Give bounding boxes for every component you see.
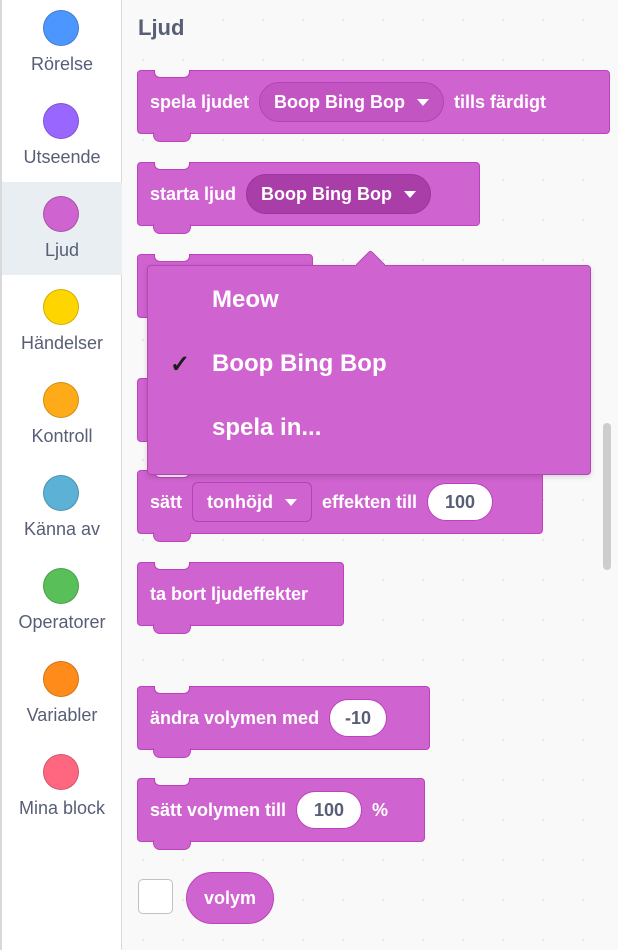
menu-item-boop-bing-bop[interactable]: ✓ Boop Bing Bop (148, 332, 590, 396)
sensing-color-icon (43, 475, 79, 511)
caret-down-icon (285, 498, 297, 506)
sound-color-icon (43, 196, 79, 232)
section-title: Ljud (138, 15, 185, 40)
sound-dropdown-value: Boop Bing Bop (274, 91, 405, 112)
sound-dropdown[interactable]: Boop Bing Bop (259, 82, 444, 122)
menu-item-label: Boop Bing Bop (212, 350, 387, 377)
palette-scrollbar[interactable] (603, 423, 611, 570)
category-events[interactable]: Händelser (2, 279, 122, 372)
checkmark-icon: ✓ (170, 351, 191, 378)
block-bottom-tab (153, 748, 191, 758)
clear-sound-effects-block[interactable]: ta bort ljudeffekter (137, 562, 344, 634)
menu-item-label: spela in... (212, 414, 322, 441)
set-effect-block[interactable]: sätt tonhöjd effekten till 100 (137, 470, 543, 542)
effect-dropdown[interactable]: tonhöjd (192, 482, 312, 522)
events-color-icon (43, 289, 79, 325)
category-label: Operatorer (18, 612, 106, 632)
block-bottom-tab (153, 132, 191, 142)
category-motion[interactable]: Rörelse (2, 0, 122, 93)
change-volume-block[interactable]: ändra volymen med -10 (137, 686, 430, 758)
category-label: Kontroll (31, 426, 93, 446)
block-text: ta bort ljudeffekter (150, 583, 309, 604)
category-label: Ljud (44, 240, 80, 260)
block-bottom-tab (153, 840, 191, 850)
menu-item-meow[interactable]: Meow (148, 268, 590, 332)
sound-dropdown-menu: Meow ✓ Boop Bing Bop spela in... (147, 249, 591, 475)
category-label: Variabler (26, 705, 98, 725)
variables-color-icon (43, 661, 79, 697)
menu-item-record[interactable]: spela in... (148, 396, 590, 460)
sound-dropdown-open[interactable]: Boop Bing Bop (246, 174, 431, 214)
volume-value-input[interactable]: 100 (296, 791, 363, 829)
category-sidebar: Rörelse Utseende Ljud Händelser Kontroll… (0, 0, 122, 950)
caret-down-icon (404, 190, 416, 198)
sound-dropdown-value: Boop Bing Bop (261, 183, 392, 204)
category-my-blocks[interactable]: Mina block (2, 744, 122, 837)
category-label: Händelser (20, 333, 104, 353)
category-sound[interactable]: Ljud (2, 182, 122, 275)
category-label: Mina block (18, 798, 106, 818)
start-sound-block[interactable]: starta ljud Boop Bing Bop (137, 162, 480, 234)
control-color-icon (43, 382, 79, 418)
block-bottom-tab (153, 224, 191, 234)
category-label: Utseende (23, 147, 101, 167)
play-sound-until-done-block[interactable]: spela ljudet Boop Bing Bop tills färdigt (137, 70, 610, 142)
volume-reporter-block[interactable]: volym (186, 872, 275, 924)
block-text: volym (204, 887, 257, 908)
category-variables[interactable]: Variabler (2, 651, 122, 744)
block-bottom-tab (153, 532, 191, 542)
block-bottom-tab (153, 624, 191, 634)
set-volume-block[interactable]: sätt volymen till 100 % (137, 778, 425, 850)
block-text: sätt (150, 491, 183, 512)
menu-item-label: Meow (212, 286, 279, 313)
category-control[interactable]: Kontroll (2, 372, 122, 465)
block-text: sätt volymen till (150, 799, 287, 820)
block-text: spela ljudet (150, 91, 250, 112)
category-label: Rörelse (30, 54, 94, 74)
category-sensing[interactable]: Känna av (2, 465, 122, 558)
operators-color-icon (43, 568, 79, 604)
category-operators[interactable]: Operatorer (2, 558, 122, 651)
my-blocks-color-icon (43, 754, 79, 790)
block-text: tills färdigt (454, 91, 547, 112)
caret-down-icon (417, 98, 429, 106)
motion-color-icon (43, 10, 79, 46)
looks-color-icon (43, 103, 79, 139)
volume-monitor-checkbox[interactable] (138, 879, 173, 914)
effect-value-input[interactable]: 100 (427, 483, 494, 521)
category-label: Känna av (23, 519, 101, 539)
category-looks[interactable]: Utseende (2, 93, 122, 186)
percent-label: % (372, 799, 389, 820)
block-text: ändra volymen med (150, 707, 320, 728)
volume-change-input[interactable]: -10 (329, 699, 388, 737)
block-text: starta ljud (150, 183, 237, 204)
effect-dropdown-value: tonhöjd (207, 491, 273, 512)
block-text: effekten till (322, 491, 418, 512)
